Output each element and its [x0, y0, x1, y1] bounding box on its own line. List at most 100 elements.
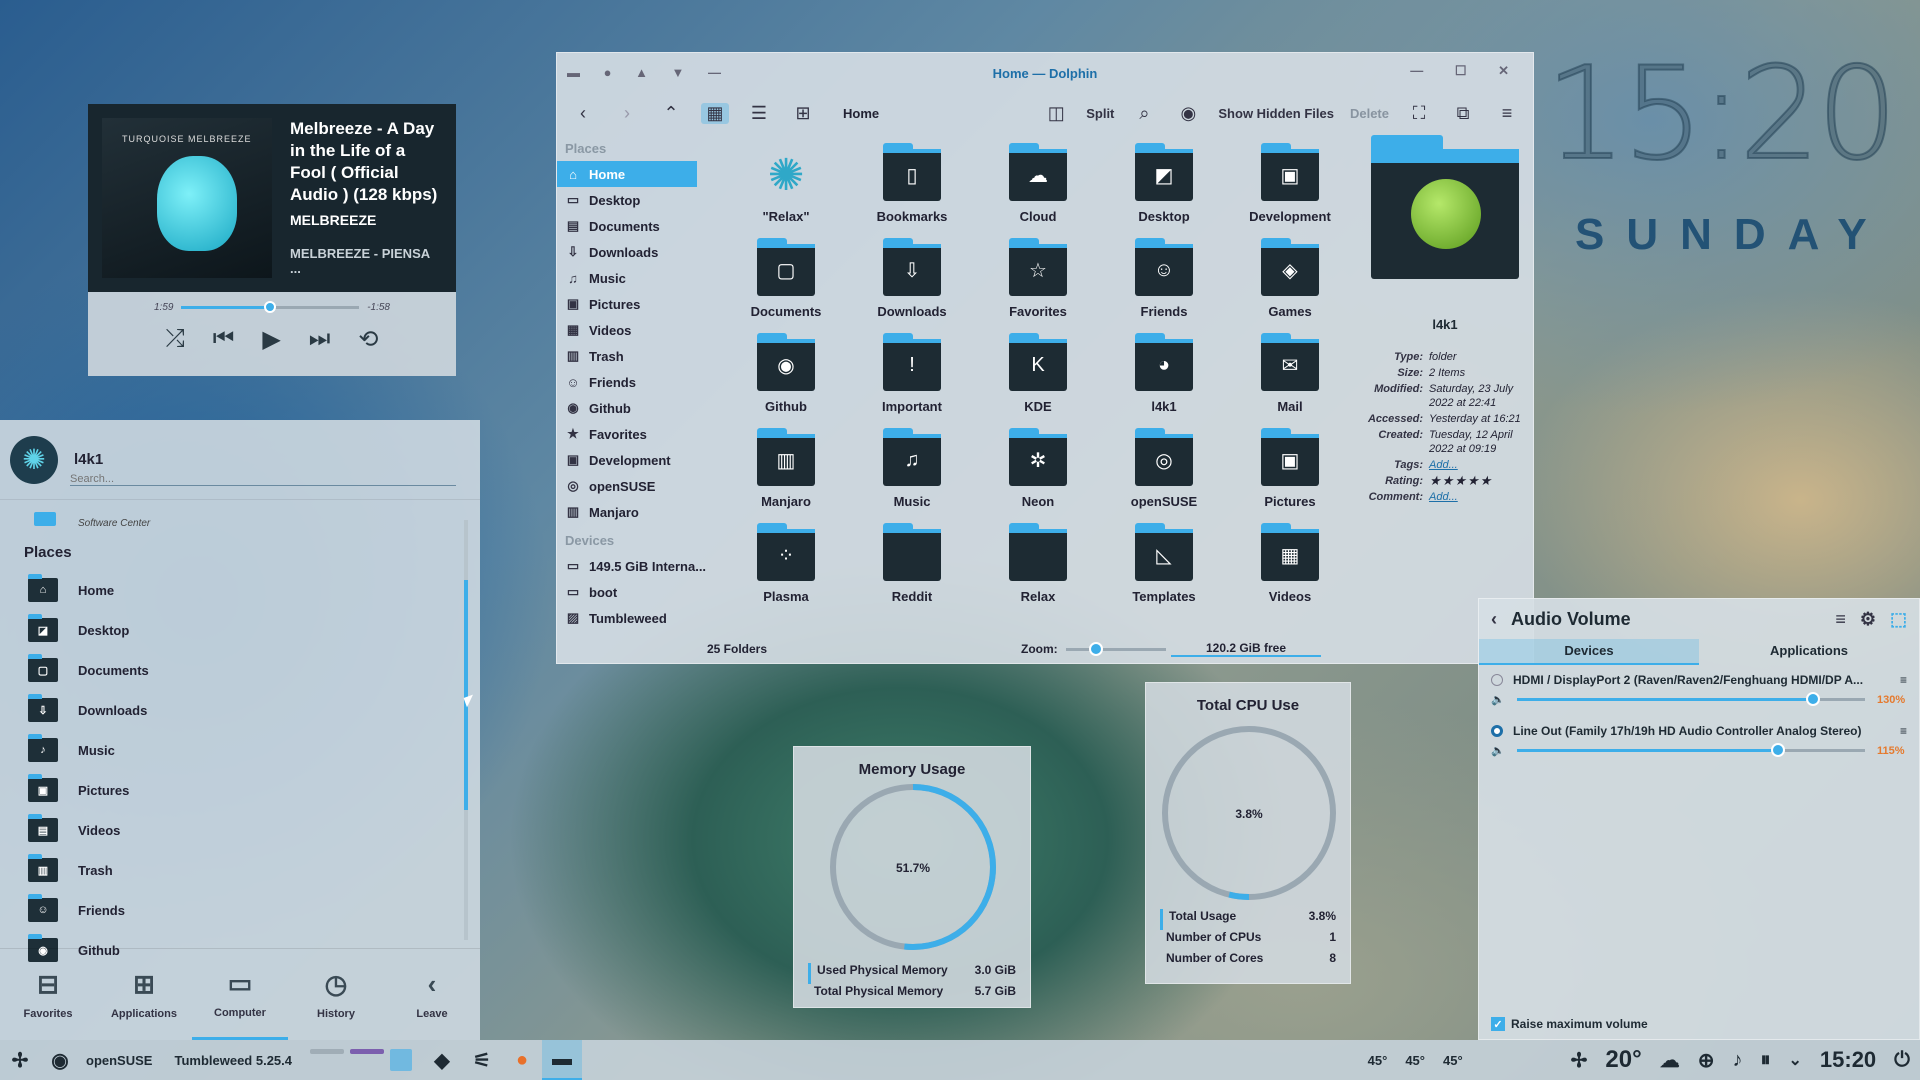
- sidebar-item-manjaro[interactable]: ▥ Manjaro: [557, 499, 707, 525]
- delete-button[interactable]: Delete: [1350, 106, 1389, 121]
- network-icon[interactable]: ✢: [1571, 1048, 1588, 1073]
- selection-icon[interactable]: ⛶: [1405, 103, 1433, 124]
- inkscape-icon[interactable]: ◆: [422, 1040, 462, 1080]
- menu-icon[interactable]: ≡: [1835, 609, 1846, 630]
- volume-slider[interactable]: [1516, 743, 1865, 757]
- folder-item[interactable]: ✲ Neon: [975, 428, 1101, 512]
- sidebar-item-pictures[interactable]: ▣ Pictures: [557, 291, 707, 317]
- raise-volume-checkbox[interactable]: ✓ Raise maximum volume: [1491, 1017, 1648, 1031]
- weather-temp[interactable]: 20°: [1605, 1046, 1641, 1074]
- repeat-icon[interactable]: ⟲: [358, 325, 378, 354]
- info-value[interactable]: Add...: [1429, 458, 1525, 472]
- play-icon[interactable]: ▶: [262, 325, 280, 354]
- launcher-search-input[interactable]: [70, 472, 456, 486]
- default-device-radio[interactable]: [1491, 725, 1503, 737]
- zoom-slider[interactable]: [1065, 641, 1166, 656]
- folder-item[interactable]: ☁ Cloud: [975, 143, 1101, 227]
- system-settings-icon[interactable]: ⚟: [462, 1040, 502, 1080]
- sidebar-item-github[interactable]: ◉ Github: [557, 395, 707, 421]
- breadcrumb[interactable]: Home: [843, 106, 879, 121]
- folder-item[interactable]: ◩ Desktop: [1101, 143, 1227, 227]
- next-icon[interactable]: ⏭: [309, 325, 331, 354]
- folder-item[interactable]: ♫ Music: [849, 428, 975, 512]
- tab-applications[interactable]: Applications: [1699, 639, 1919, 665]
- folder-item[interactable]: Reddit: [849, 523, 975, 607]
- cloud-icon[interactable]: ☁: [1660, 1048, 1680, 1073]
- pause-icon[interactable]: ⏸: [1760, 1049, 1770, 1072]
- device-item[interactable]: ▨ Tumbleweed: [557, 605, 707, 631]
- chevron-down-icon[interactable]: ⌄: [1788, 1050, 1801, 1070]
- folder-item[interactable]: ☺ Friends: [1101, 238, 1227, 322]
- launcher-place-documents[interactable]: ▢ Documents: [28, 650, 458, 690]
- tab-leave[interactable]: ‹ Leave: [384, 949, 480, 1040]
- launcher-place-pictures[interactable]: ▣ Pictures: [28, 770, 458, 810]
- volume-slider[interactable]: [1516, 692, 1865, 706]
- shuffle-icon[interactable]: ⤮: [166, 325, 185, 354]
- launcher-place-friends[interactable]: ☺ Friends: [28, 890, 458, 930]
- settings-icon[interactable]: ⚙: [1860, 609, 1876, 630]
- launcher-place-desktop[interactable]: ◪ Desktop: [28, 610, 458, 650]
- device-menu-icon[interactable]: ≡: [1900, 673, 1907, 687]
- taskbar-clock[interactable]: 15:20: [1820, 1047, 1876, 1073]
- speaker-icon[interactable]: 🔈: [1491, 744, 1505, 757]
- folder-item[interactable]: ✺ "Relax": [723, 149, 849, 227]
- firefox-icon[interactable]: ●: [502, 1040, 542, 1080]
- launcher-place-trash[interactable]: ▥ Trash: [28, 850, 458, 890]
- device-item[interactable]: ▭ 149.5 GiB Interna...: [557, 553, 707, 579]
- seek-bar[interactable]: [181, 301, 360, 313]
- folder-item[interactable]: ◺ Templates: [1101, 523, 1227, 607]
- folder-item[interactable]: ! Important: [849, 333, 975, 417]
- launcher-place-home[interactable]: ⌂ Home: [28, 570, 458, 610]
- software-center-label[interactable]: Software Center: [78, 518, 150, 529]
- launcher-place-downloads[interactable]: ⇩ Downloads: [28, 690, 458, 730]
- folder-item[interactable]: ◎ openSUSE: [1101, 428, 1227, 512]
- search-icon[interactable]: ⌕: [1130, 103, 1158, 124]
- back-icon[interactable]: ‹: [569, 103, 597, 124]
- folder-item[interactable]: K KDE: [975, 333, 1101, 417]
- details-view-icon[interactable]: ⊞: [789, 103, 817, 124]
- pin-icon[interactable]: ⬚: [1890, 609, 1907, 630]
- dolphin-task-icon[interactable]: ▬: [542, 1040, 582, 1080]
- user-avatar-icon[interactable]: ✺: [10, 435, 58, 484]
- menu-icon[interactable]: ≡: [1493, 103, 1521, 124]
- split-button[interactable]: Split: [1086, 106, 1114, 121]
- folder-item[interactable]: Relax: [975, 523, 1101, 607]
- folder-item[interactable]: ▥ Manjaro: [723, 428, 849, 512]
- tab-history[interactable]: ◷ History: [288, 949, 384, 1040]
- sidebar-item-favorites[interactable]: ★ Favorites: [557, 421, 707, 447]
- launcher-icon[interactable]: ✢: [0, 1040, 40, 1080]
- panel-icon[interactable]: ⧉: [1449, 103, 1477, 124]
- info-value[interactable]: Add...: [1429, 490, 1525, 504]
- speaker-icon[interactable]: 🔈: [1491, 693, 1505, 706]
- folder-item[interactable]: ◈ Games: [1227, 238, 1353, 322]
- tab-devices[interactable]: Devices: [1479, 639, 1699, 665]
- opensuse-icon[interactable]: ◉: [40, 1040, 80, 1080]
- sidebar-item-documents[interactable]: ▤ Documents: [557, 213, 707, 239]
- folder-item[interactable]: ▣ Development: [1227, 143, 1353, 227]
- tab-applications[interactable]: ⊞ Applications: [96, 949, 192, 1040]
- device-menu-icon[interactable]: ≡: [1900, 724, 1907, 738]
- folder-item[interactable]: ▯ Bookmarks: [849, 143, 975, 227]
- sidebar-item-downloads[interactable]: ⇩ Downloads: [557, 239, 707, 265]
- folder-item[interactable]: ▢ Documents: [723, 238, 849, 322]
- launcher-scrollbar[interactable]: [464, 520, 468, 940]
- sidebar-item-development[interactable]: ▣ Development: [557, 447, 707, 473]
- launcher-place-music[interactable]: ♪ Music: [28, 730, 458, 770]
- launcher-place-videos[interactable]: ▤ Videos: [28, 810, 458, 850]
- folder-item[interactable]: ▣ Pictures: [1227, 428, 1353, 512]
- folder-item[interactable]: ◕ l4k1: [1101, 333, 1227, 417]
- show-hidden-button[interactable]: Show Hidden Files: [1218, 106, 1334, 121]
- folder-item[interactable]: ▦ Videos: [1227, 523, 1353, 607]
- power-icon[interactable]: ⏻: [1894, 1049, 1910, 1072]
- folder-item[interactable]: ◉ Github: [723, 333, 849, 417]
- default-device-radio[interactable]: [1491, 674, 1503, 686]
- update-icon[interactable]: ⊕: [1698, 1048, 1715, 1073]
- tab-favorites[interactable]: ⊟ Favorites: [0, 949, 96, 1040]
- folder-item[interactable]: ☆ Favorites: [975, 238, 1101, 322]
- folder-item[interactable]: ⇩ Downloads: [849, 238, 975, 322]
- sidebar-item-music[interactable]: ♫ Music: [557, 265, 707, 291]
- tab-computer[interactable]: ▭ Computer: [192, 949, 288, 1040]
- sidebar-item-desktop[interactable]: ▭ Desktop: [557, 187, 707, 213]
- sidebar-item-home[interactable]: ⌂ Home: [557, 161, 697, 187]
- window-menu-icons[interactable]: ▬ ● ▲ ▼ —: [567, 65, 731, 80]
